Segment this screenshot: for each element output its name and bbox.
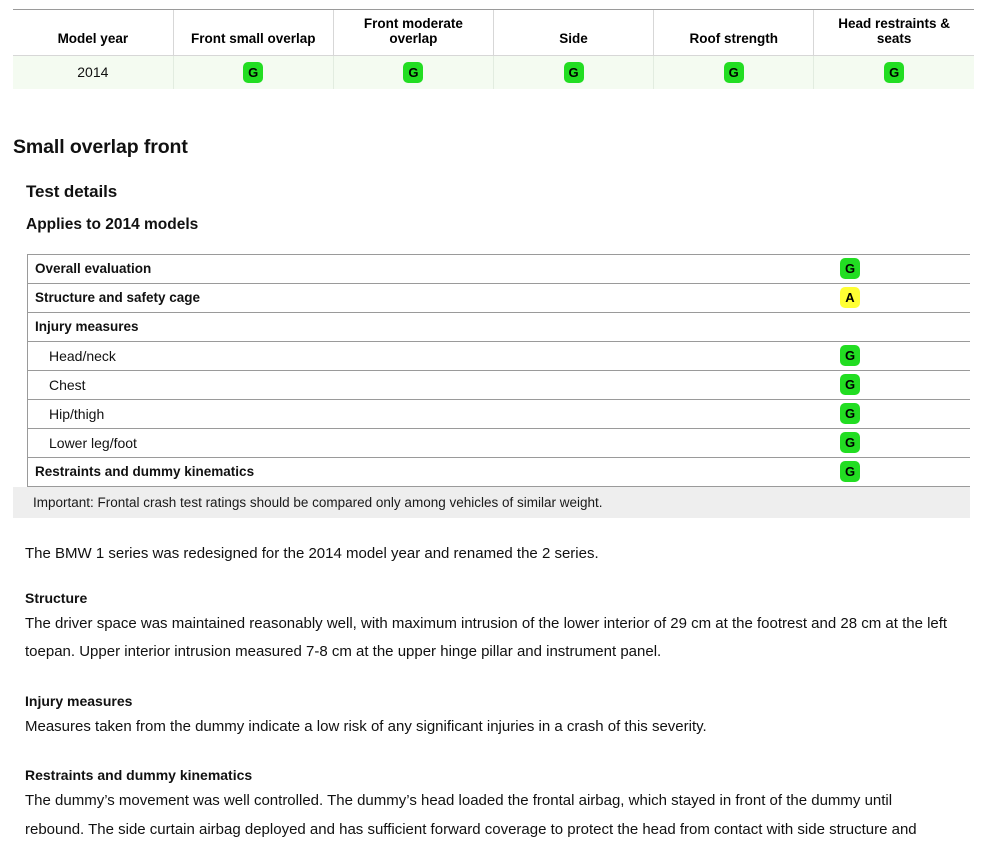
row-spacer bbox=[896, 340, 970, 371]
body-content: The BMW 1 series was redesigned for the … bbox=[0, 543, 987, 849]
row-rating-structure-and-safety-cage: A bbox=[804, 282, 896, 313]
table-row: Lower leg/foot G bbox=[27, 427, 970, 458]
row-label-chest: Chest bbox=[27, 369, 804, 400]
table-row: 2014 G G G G G bbox=[13, 55, 974, 89]
rating-badge-hip-thigh: G bbox=[840, 403, 860, 424]
table-row: Restraints and dummy kinematics G bbox=[27, 456, 970, 487]
rating-badge-lower-leg-foot: G bbox=[840, 432, 860, 453]
cell-front-moderate-overlap: G bbox=[332, 55, 494, 89]
rating-badge-head-restraints-seats: G bbox=[884, 61, 905, 83]
cell-head-restraints-seats: G bbox=[813, 55, 974, 89]
rating-badge-front-small-overlap: G bbox=[243, 61, 264, 83]
paragraph-restraints-and-dummy-kinematics: The dummy’s movement was well controlled… bbox=[25, 792, 917, 838]
rating-badge-roof-strength: G bbox=[723, 61, 744, 83]
cell-side: G bbox=[492, 55, 654, 89]
column-header-roof-strength: Roof strength bbox=[653, 9, 814, 56]
rating-badge-restraints-and-dummy-kinematics: G bbox=[840, 461, 860, 482]
summary-header-row: Model year Front small overlap Front mod… bbox=[13, 9, 974, 56]
heading-structure: Structure bbox=[25, 589, 88, 606]
rating-badge-overall-evaluation: G bbox=[840, 258, 860, 279]
rating-badge-chest: G bbox=[840, 374, 860, 395]
summary-ratings-table: Model year Front small overlap Front mod… bbox=[13, 9, 974, 89]
table-row: Structure and safety cage A bbox=[27, 282, 970, 313]
row-spacer bbox=[896, 311, 970, 342]
heading-restraints-and-dummy-kinematics: Restraints and dummy kinematics bbox=[25, 767, 253, 783]
cell-front-small-overlap: G bbox=[172, 55, 334, 89]
row-rating-head-neck: G bbox=[804, 340, 896, 371]
summary-table-container: Model year Front small overlap Front mod… bbox=[0, 9, 987, 89]
row-label-injury-measures: Injury measures bbox=[27, 311, 804, 342]
row-label-hip-thigh: Hip/thigh bbox=[27, 398, 804, 429]
column-header-side: Side bbox=[492, 9, 654, 56]
rating-badge-head-neck: G bbox=[840, 345, 860, 366]
column-header-model-year: Model year bbox=[13, 9, 174, 56]
table-row: Injury measures bbox=[27, 311, 970, 342]
rating-badge-structure-and-safety-cage: A bbox=[840, 287, 860, 308]
column-header-front-moderate-overlap: Front moderate overlap bbox=[332, 9, 494, 56]
row-label-restraints-and-dummy-kinematics: Restraints and dummy kinematics bbox=[27, 456, 804, 487]
row-spacer bbox=[896, 253, 970, 284]
paragraph-structure: The driver space was maintained reasonab… bbox=[25, 614, 948, 661]
row-spacer bbox=[896, 398, 970, 429]
summary-table-header: Model year Front small overlap Front mod… bbox=[13, 9, 974, 56]
row-label-head-neck: Head/neck bbox=[27, 340, 804, 371]
row-rating-injury-measures bbox=[804, 311, 896, 342]
row-spacer bbox=[896, 456, 970, 487]
page-title: Small overlap front bbox=[13, 135, 188, 158]
row-spacer bbox=[896, 282, 970, 313]
rating-badge-front-moderate-overlap: G bbox=[403, 61, 424, 83]
table-row: Chest G bbox=[27, 369, 970, 400]
row-label-structure-and-safety-cage: Structure and safety cage bbox=[27, 282, 804, 313]
detail-table-body: Overall evaluation G Structure and safet… bbox=[27, 253, 970, 487]
test-details-heading: Test details bbox=[26, 181, 118, 201]
table-row: Head/neck G bbox=[27, 340, 970, 371]
row-rating-lower-leg-foot: G bbox=[804, 427, 896, 458]
rating-badge-side: G bbox=[563, 61, 584, 83]
column-header-front-small-overlap: Front small overlap bbox=[172, 9, 334, 56]
row-spacer bbox=[896, 369, 970, 400]
column-header-head-restraints-seats: Head restraints & seats bbox=[813, 9, 974, 56]
heading-injury-measures: Injury measures bbox=[25, 692, 133, 709]
paragraph-injury-measures: Measures taken from the dummy indicate a… bbox=[25, 717, 707, 735]
important-notice: Important: Frontal crash test ratings sh… bbox=[13, 486, 970, 518]
applies-to-label: Applies to 2014 models bbox=[26, 215, 199, 233]
table-row: Hip/thigh G bbox=[27, 398, 970, 429]
row-label-overall-evaluation: Overall evaluation bbox=[27, 253, 804, 284]
crash-test-ratings-page: Model year Front small overlap Front mod… bbox=[0, 0, 987, 849]
row-rating-chest: G bbox=[804, 369, 896, 400]
row-label-lower-leg-foot: Lower leg/foot bbox=[27, 427, 804, 458]
cell-roof-strength: G bbox=[653, 55, 814, 89]
row-rating-restraints-and-dummy-kinematics: G bbox=[804, 456, 896, 487]
intro-paragraph: The BMW 1 series was redesigned for the … bbox=[25, 544, 599, 562]
detail-table-container: Overall evaluation G Structure and safet… bbox=[0, 253, 987, 487]
summary-table-body: 2014 G G G G G bbox=[13, 55, 974, 89]
row-rating-hip-thigh: G bbox=[804, 398, 896, 429]
table-row: Overall evaluation G bbox=[27, 253, 970, 284]
row-rating-overall-evaluation: G bbox=[804, 253, 896, 284]
detail-evaluation-table: Overall evaluation G Structure and safet… bbox=[27, 253, 970, 487]
row-spacer bbox=[896, 427, 970, 458]
cell-model-year: 2014 bbox=[13, 55, 174, 89]
